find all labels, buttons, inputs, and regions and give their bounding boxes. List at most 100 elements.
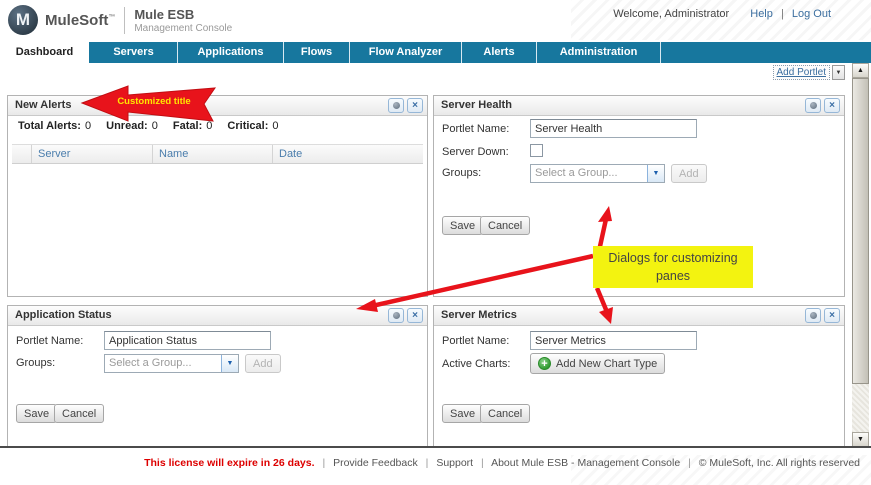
link-separator: |	[781, 8, 784, 20]
cancel-button[interactable]: Cancel	[480, 216, 530, 235]
tab-administration[interactable]: Administration	[537, 42, 661, 63]
dialogs-callout: Dialogs for customizing panes	[593, 246, 753, 288]
panel-server-metrics: Server Metrics × Portlet Name: Active Ch…	[433, 305, 845, 447]
column-header-blank	[12, 145, 32, 163]
portlet-name-input[interactable]	[530, 119, 697, 138]
server-health-header[interactable]: Server Health ×	[434, 96, 844, 116]
application-status-header[interactable]: Application Status ×	[8, 306, 427, 326]
add-portlet-button[interactable]: Add Portlet	[773, 65, 830, 80]
gear-icon[interactable]	[805, 98, 821, 113]
tab-servers[interactable]: Servers	[90, 42, 178, 63]
tab-flows[interactable]: Flows	[284, 42, 350, 63]
stat-value-critical: 0	[272, 120, 278, 132]
stat-label-total: Total Alerts:	[18, 120, 81, 132]
footer: This license will expire in 26 days. | P…	[144, 457, 860, 469]
header-buttons: ×	[805, 98, 840, 113]
footer-separator: |	[481, 457, 484, 469]
add-group-button[interactable]: Add	[245, 354, 281, 373]
portlet-name-label: Portlet Name:	[442, 335, 509, 347]
groups-placeholder: Select a Group...	[105, 355, 221, 372]
brand-name-text: MuleSoft	[45, 12, 108, 29]
copyright-text: © MuleSoft, Inc. All rights reserved	[699, 457, 860, 469]
groups-select[interactable]: Select a Group... ▼	[104, 354, 239, 373]
portlet-name-label: Portlet Name:	[16, 335, 83, 347]
stat-label-critical: Critical:	[227, 120, 268, 132]
server-down-checkbox[interactable]	[530, 144, 543, 157]
scrollbar-thumb[interactable]	[852, 78, 869, 384]
tab-flow-analyzer[interactable]: Flow Analyzer	[350, 42, 462, 63]
vertical-scrollbar[interactable]: ▲ ▼	[852, 63, 869, 447]
scroll-up-icon[interactable]: ▲	[852, 63, 869, 78]
alert-stats: Total Alerts:0 Unread:0 Fatal:0 Critical…	[18, 120, 291, 132]
portlet-name-label: Portlet Name:	[442, 123, 509, 135]
new-alerts-header[interactable]: New Alerts ×	[8, 96, 427, 116]
product-block: Mule ESB Management Console	[134, 7, 232, 34]
header-buttons: ×	[805, 308, 840, 323]
add-chart-label: Add New Chart Type	[556, 358, 657, 370]
groups-placeholder: Select a Group...	[531, 165, 647, 182]
header-buttons: ×	[388, 98, 423, 113]
groups-select[interactable]: Select a Group... ▼	[530, 164, 665, 183]
gear-icon[interactable]	[805, 308, 821, 323]
portlet-name-input[interactable]	[104, 331, 271, 350]
about-link[interactable]: About Mule ESB - Management Console	[491, 457, 680, 469]
mule-esb-console: M MuleSoft™ Mule ESB Management Console …	[0, 0, 871, 485]
panel-title: Server Health	[441, 99, 512, 111]
gear-icon[interactable]	[388, 308, 404, 323]
gear-icon[interactable]	[388, 98, 404, 113]
panel-title: Application Status	[15, 309, 112, 321]
add-new-chart-type-button[interactable]: + Add New Chart Type	[530, 353, 665, 374]
stat-value-unread: 0	[152, 120, 158, 132]
add-portlet-control: Add Portlet ▼	[773, 65, 845, 80]
caret-down-icon[interactable]: ▼	[832, 65, 845, 80]
main-nav: Dashboard Servers Applications Flows Flo…	[0, 42, 871, 63]
server-down-label: Server Down:	[442, 146, 509, 158]
mulesoft-logo-icon: M	[8, 5, 38, 35]
column-header-server[interactable]: Server	[32, 145, 153, 163]
save-button[interactable]: Save	[16, 404, 57, 423]
close-icon[interactable]: ×	[824, 308, 840, 323]
close-icon[interactable]: ×	[407, 308, 423, 323]
column-header-date[interactable]: Date	[273, 145, 423, 163]
active-charts-label: Active Charts:	[442, 358, 510, 370]
save-button[interactable]: Save	[442, 216, 483, 235]
tab-applications[interactable]: Applications	[178, 42, 284, 63]
chevron-down-icon[interactable]: ▼	[221, 355, 238, 372]
footer-separator: |	[688, 457, 691, 469]
trademark: ™	[108, 14, 115, 21]
cancel-button[interactable]: Cancel	[54, 404, 104, 423]
groups-label: Groups:	[442, 167, 481, 179]
chevron-down-icon[interactable]: ▼	[647, 165, 664, 182]
stat-value-fatal: 0	[206, 120, 212, 132]
panel-title: Server Metrics	[441, 309, 517, 321]
welcome-text: Welcome, Administrator	[613, 8, 729, 20]
user-links: Welcome, Administrator Help | Log Out	[613, 8, 831, 20]
panel-new-alerts: New Alerts × Total Alerts:0 Unread:0 Fat…	[7, 95, 428, 297]
footer-separator: |	[426, 457, 429, 469]
scroll-down-icon[interactable]: ▼	[852, 432, 869, 447]
cancel-button[interactable]: Cancel	[480, 404, 530, 423]
logout-link[interactable]: Log Out	[792, 8, 831, 20]
help-link[interactable]: Help	[750, 8, 773, 20]
alerts-table-header: Server Name Date	[12, 144, 423, 164]
brand: M MuleSoft™ Mule ESB Management Console	[8, 5, 232, 35]
support-link[interactable]: Support	[436, 457, 473, 469]
server-metrics-header[interactable]: Server Metrics ×	[434, 306, 844, 326]
stat-value-total: 0	[85, 120, 91, 132]
brand-divider	[124, 7, 125, 34]
provide-feedback-link[interactable]: Provide Feedback	[333, 457, 418, 469]
content-bottom-border	[0, 446, 871, 448]
save-button[interactable]: Save	[442, 404, 483, 423]
close-icon[interactable]: ×	[407, 98, 423, 113]
tab-alerts[interactable]: Alerts	[462, 42, 537, 63]
panel-title: New Alerts	[15, 99, 71, 111]
groups-label: Groups:	[16, 357, 55, 369]
add-group-button[interactable]: Add	[671, 164, 707, 183]
header-buttons: ×	[388, 308, 423, 323]
column-header-name[interactable]: Name	[153, 145, 273, 163]
panel-application-status: Application Status × Portlet Name: Group…	[7, 305, 428, 447]
portlet-name-input[interactable]	[530, 331, 697, 350]
product-subtitle: Management Console	[134, 23, 232, 34]
close-icon[interactable]: ×	[824, 98, 840, 113]
tab-dashboard[interactable]: Dashboard	[0, 42, 90, 63]
